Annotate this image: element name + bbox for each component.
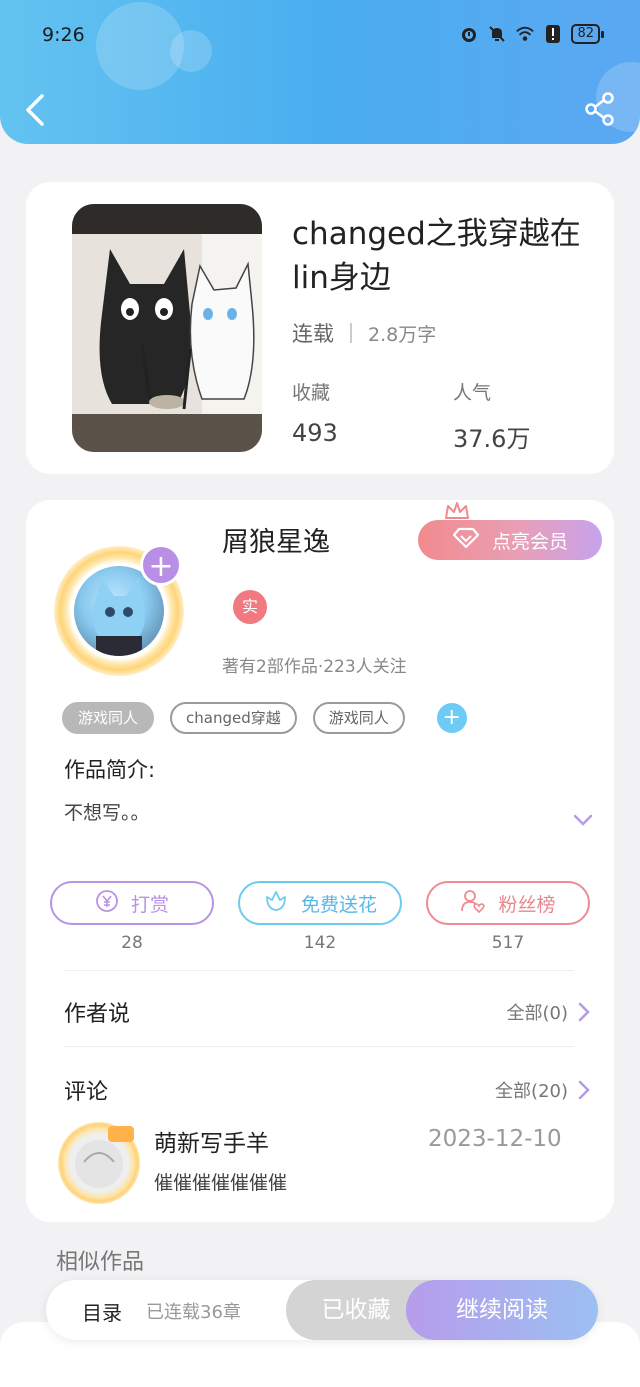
author-says-title: 作者说	[64, 1002, 131, 1027]
mute-icon	[487, 24, 507, 44]
flower-label: 免费送花	[300, 893, 377, 916]
comment-username[interactable]: 萌新写手羊	[154, 1124, 269, 1158]
share-button[interactable]	[584, 92, 616, 126]
decor-bubble	[170, 30, 212, 72]
tip-label: 打赏	[130, 893, 169, 916]
comments-title: 评论	[64, 1080, 109, 1105]
author-card: + 屑狼星逸 点亮会员 实 著有2部作品·223人关注 游戏同人 changed…	[26, 500, 614, 1222]
intro-text: 不想写。。	[64, 802, 150, 824]
comments-all-link[interactable]: 全部(20)	[495, 1077, 590, 1103]
chevron-right-icon	[578, 1002, 590, 1022]
tag-item[interactable]: 游戏同人	[62, 702, 155, 734]
flower-action: 免费送花 142	[238, 881, 402, 953]
vip-button[interactable]: 点亮会员	[418, 520, 602, 560]
chapter-count: 已连载36章	[146, 1302, 241, 1323]
author-says-row[interactable]: 作者说 全部(0)	[64, 996, 590, 1028]
comment-avatar[interactable]	[58, 1122, 140, 1204]
popularity-value: 37.6万	[453, 425, 531, 453]
tag-item[interactable]: changed穿越	[170, 702, 297, 734]
popularity-label: 人气	[453, 382, 492, 404]
add-tag-button[interactable]: +	[436, 703, 467, 733]
intro-label: 作品简介:	[64, 758, 156, 782]
alarm-icon	[459, 24, 479, 44]
battery-indicator: 82	[571, 24, 604, 44]
alert-icon	[543, 24, 563, 44]
fans-icon	[460, 889, 486, 918]
yen-icon	[95, 889, 119, 918]
favorites-label: 收藏	[292, 382, 331, 404]
author-says-all-label: 全部(0)	[506, 1003, 569, 1024]
tip-count: 28	[121, 933, 143, 953]
toc-button[interactable]: 目录	[82, 1297, 122, 1326]
author-says-all-link[interactable]: 全部(0)	[507, 999, 591, 1025]
tag-item[interactable]: 游戏同人	[312, 702, 405, 734]
tip-action: 打赏 28	[50, 881, 214, 953]
fans-action: 粉丝榜 517	[426, 881, 590, 953]
popularity-stat: 人气 37.6万	[453, 378, 530, 454]
status-time: 9:26	[42, 24, 85, 46]
real-name-badge: 实	[233, 590, 267, 624]
chevron-down-icon[interactable]	[572, 812, 594, 828]
status-icons: 82	[459, 24, 604, 44]
send-flower-button[interactable]: 免费送花	[238, 881, 402, 925]
flower-icon	[263, 889, 289, 918]
tip-button[interactable]: 打赏	[50, 881, 214, 925]
book-status: 连载	[292, 322, 334, 346]
bottom-action-bar: 目录 已连载36章 已收藏 继续阅读	[46, 1280, 598, 1340]
flower-count: 142	[303, 933, 337, 953]
similar-works-title: 相似作品	[56, 1250, 145, 1275]
book-info-card: changed之我穿越在lin身边 连载 2.8万字 收藏 493 人气 37.…	[26, 182, 614, 474]
wifi-icon	[515, 24, 535, 44]
comment-date: 2023-12-10	[428, 1126, 562, 1152]
fans-label: 粉丝榜	[498, 893, 556, 916]
meta-divider	[350, 323, 352, 343]
crown-icon	[444, 500, 470, 520]
book-word-count: 2.8万字	[368, 323, 437, 346]
author-stats: 著有2部作品·223人关注	[222, 657, 407, 677]
back-button[interactable]	[22, 92, 50, 128]
action-row: 打赏 28 免费送花 142 粉丝榜 517	[50, 881, 590, 953]
book-cover[interactable]	[72, 204, 262, 452]
fans-rank-button[interactable]: 粉丝榜	[426, 881, 590, 925]
comments-all-label: 全部(20)	[495, 1081, 568, 1102]
follow-plus-button[interactable]: +	[140, 544, 182, 586]
comments-row[interactable]: 评论 全部(20)	[64, 1074, 590, 1106]
favorites-value: 493	[292, 419, 338, 447]
diamond-icon	[452, 527, 480, 554]
divider	[64, 1046, 574, 1047]
fans-count: 517	[491, 933, 525, 953]
book-title: changed之我穿越在lin身边	[292, 216, 581, 296]
comment-text: 催催催催催催催	[154, 1172, 288, 1194]
tag-list: 游戏同人 changed穿越 游戏同人 +	[62, 702, 467, 734]
continue-reading-button[interactable]: 继续阅读	[406, 1280, 598, 1340]
book-meta: 连载 2.8万字	[292, 318, 436, 348]
vip-label: 点亮会员	[491, 530, 568, 553]
divider	[64, 970, 574, 971]
top-header: 9:26 82	[0, 0, 640, 144]
favorites-stat: 收藏 493	[292, 378, 338, 447]
chevron-right-icon	[578, 1080, 590, 1100]
author-name: 屑狼星逸	[222, 527, 330, 558]
